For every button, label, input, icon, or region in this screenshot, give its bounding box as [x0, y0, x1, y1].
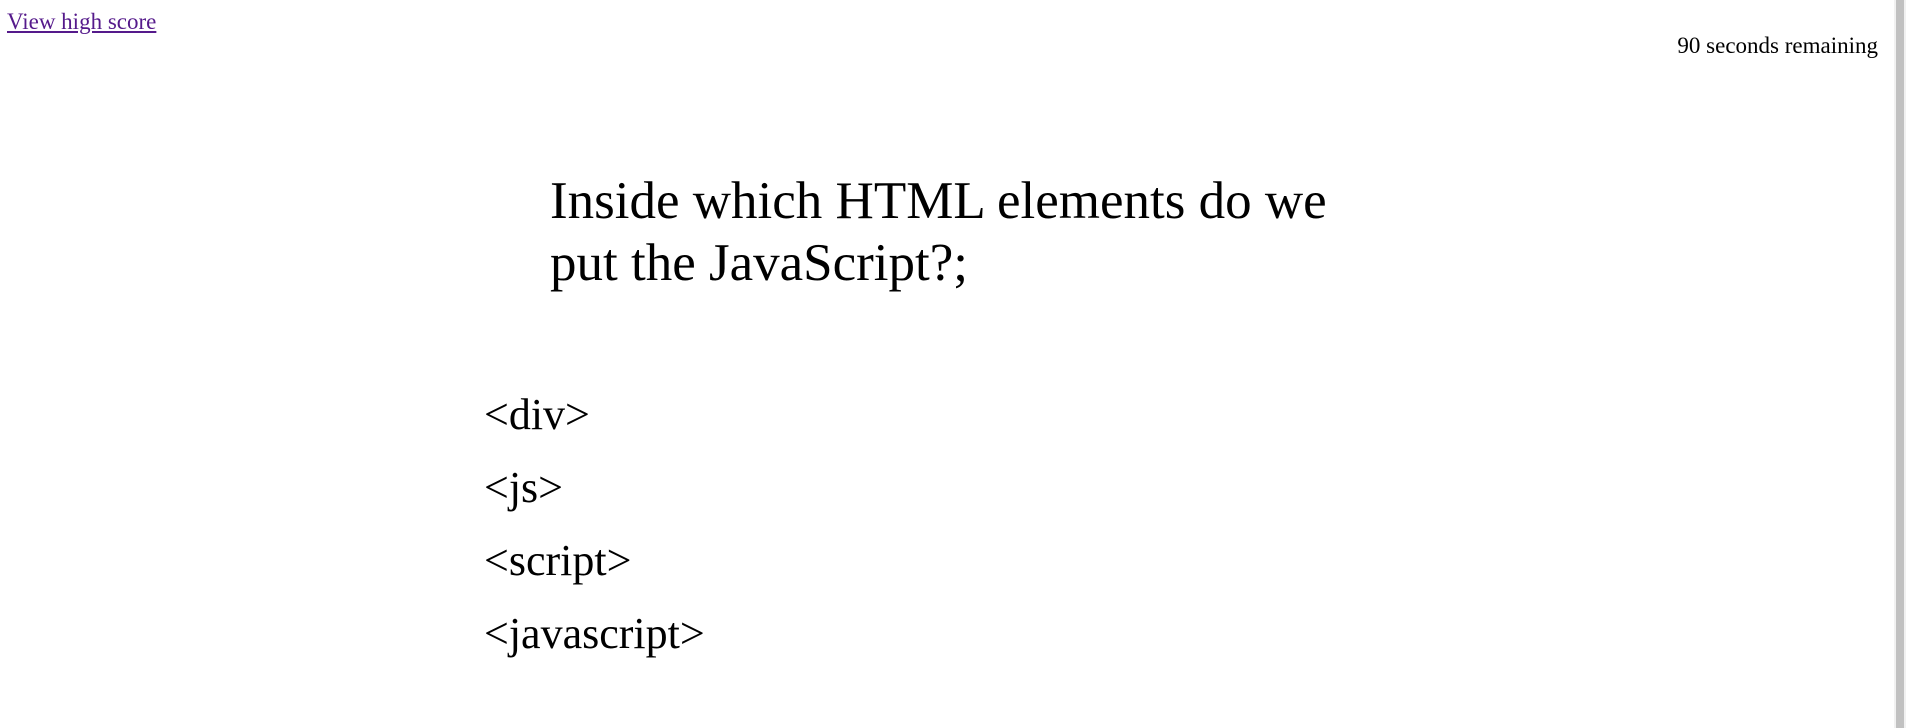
- answer-choice-javascript[interactable]: <javascript>: [484, 597, 705, 670]
- scrollbar-thumb[interactable]: [1896, 0, 1904, 728]
- vertical-scrollbar[interactable]: [1894, 0, 1906, 728]
- timer-text: 90 seconds remaining: [1677, 33, 1878, 58]
- answer-choices-list: <div> <js> <script> <javascript>: [484, 378, 705, 670]
- view-high-score-link[interactable]: View high score: [7, 9, 156, 35]
- answer-choice-script[interactable]: <script>: [484, 524, 705, 597]
- answer-choice-js[interactable]: <js>: [484, 451, 705, 524]
- answer-choice-div[interactable]: <div>: [484, 378, 705, 451]
- quiz-page: View high score 90 seconds remaining Ins…: [0, 0, 1906, 728]
- question-text: Inside which HTML elements do we put the…: [550, 172, 1327, 292]
